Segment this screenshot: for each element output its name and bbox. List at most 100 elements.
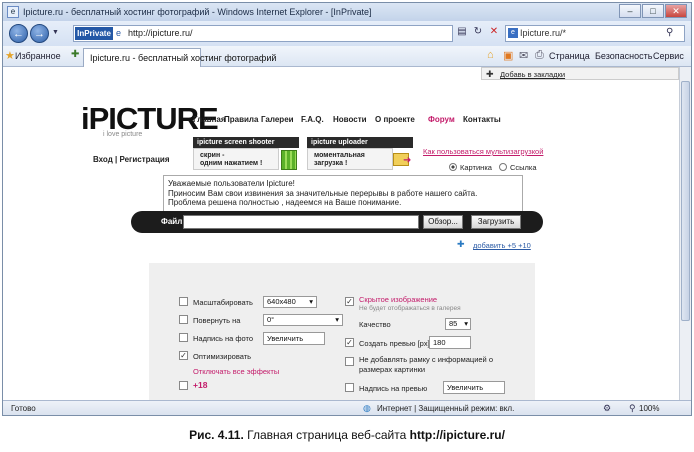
tab-title: Ipicture.ru - бесплатный хостинг фотогра…: [90, 53, 277, 63]
adult-checkbox[interactable]: [179, 381, 188, 390]
notice-text: Уважаемые пользователи Ipicture! Приноси…: [168, 179, 478, 207]
menu-about[interactable]: О проекте: [375, 115, 415, 124]
upload-button[interactable]: Загрузить: [471, 215, 521, 229]
hidden-image-label: Скрытое изображение: [359, 295, 438, 304]
security-zone[interactable]: Интернет | Защищенный режим: вкл.: [377, 404, 514, 413]
hidden-image-hint: Не будет отображаться в галерея: [359, 305, 461, 312]
bookmark-strip[interactable]: ✚ Добавь в закладки: [481, 67, 679, 80]
optimize-checkbox[interactable]: ✓: [179, 351, 188, 360]
optimize-label: Оптимизировать: [193, 352, 252, 361]
radio-link-label: Ссылка: [510, 163, 537, 172]
promo-line: моментальная: [314, 152, 365, 159]
address-bar[interactable]: InPrivate e http://ipicture.ru/: [73, 25, 453, 42]
page-icon: e: [116, 28, 122, 38]
disable-effects-link[interactable]: Отключать все эффекты: [193, 367, 279, 376]
promo-screen-shooter[interactable]: ipicture screen shooter скрин - одним на…: [193, 137, 299, 173]
window-title: Ipicture.ru - бесплатный хостинг фотогра…: [23, 7, 372, 17]
promo-uploader[interactable]: ipicture uploader моментальная загрузка …: [307, 137, 413, 173]
preview-caption-input[interactable]: Увеличить: [443, 381, 505, 394]
page-content: ✚ Добавь в закладки iPICTURE i love pict…: [3, 67, 679, 400]
compat-view-icon[interactable]: ▤: [455, 26, 469, 37]
back-arrow-icon[interactable]: ←: [9, 24, 28, 43]
add-more-fields-link[interactable]: добавить +5 +10: [473, 241, 531, 250]
history-dropdown-icon[interactable]: ▼: [52, 29, 59, 36]
menu-home[interactable]: Главная: [193, 115, 226, 124]
browser-window: e Ipicture.ru - бесплатный хостинг фотог…: [2, 2, 692, 416]
close-button[interactable]: ✕: [665, 4, 687, 18]
favorites-button[interactable]: Избранное: [15, 51, 61, 61]
add-favorite-icon[interactable]: ✚: [71, 49, 79, 60]
refresh-icon[interactable]: ↻: [471, 26, 485, 37]
photo-caption-input[interactable]: Увеличить: [263, 332, 325, 345]
hidden-image-checkbox[interactable]: ✓: [345, 297, 354, 306]
favorites-bar: ★ Избранное ✚ Ipicture.ru - бесплатный х…: [3, 46, 691, 67]
caption-url: http://ipicture.ru/: [409, 428, 505, 442]
rotate-select[interactable]: 0° ▾: [263, 314, 343, 326]
scale-select[interactable]: 640x480 ▾: [263, 296, 317, 308]
menu-faq[interactable]: F.A.Q.: [301, 115, 324, 124]
zoom-level[interactable]: 100%: [639, 404, 659, 413]
quality-select[interactable]: 85 ▾: [445, 318, 471, 330]
promo-text: скрин - одним нажатием !: [193, 148, 279, 170]
page-menu[interactable]: Страница: [549, 51, 590, 61]
multi-upload-link[interactable]: Как пользоваться мультизагрузкой: [423, 147, 543, 156]
vertical-scrollbar[interactable]: [679, 67, 691, 400]
search-box[interactable]: e Ipicture.ru/* ⚲: [505, 25, 685, 42]
file-path-input[interactable]: [183, 215, 419, 229]
scale-checkbox[interactable]: [179, 297, 188, 306]
maximize-button[interactable]: □: [642, 4, 664, 18]
search-provider-icon: e: [508, 28, 518, 38]
radio-picture[interactable]: [449, 163, 457, 171]
preview-caption-checkbox[interactable]: [345, 383, 354, 392]
status-bar: Готово ◍ Интернет | Защищенный режим: вк…: [3, 400, 691, 415]
menu-contacts[interactable]: Контакты: [463, 115, 501, 124]
magnifier-icon[interactable]: ⚲: [666, 27, 673, 38]
browse-button[interactable]: Обзор...: [423, 215, 463, 229]
add-bookmark-link[interactable]: Добавь в закладки: [500, 70, 565, 79]
tab-ipicture[interactable]: Ipicture.ru - бесплатный хостинг фотогра…: [83, 48, 276, 67]
scale-value: 640x480: [267, 297, 296, 306]
security-menu[interactable]: Безопасность: [595, 51, 652, 61]
service-menu[interactable]: Сервис: [653, 51, 684, 61]
login-register-link[interactable]: Вход | Регистрация: [93, 155, 170, 164]
url-text[interactable]: http://ipicture.ru/: [128, 28, 193, 38]
menu-news[interactable]: Новости: [333, 115, 367, 124]
promo-text: моментальная загрузка !: [307, 148, 393, 170]
stop-icon[interactable]: ✕: [487, 26, 501, 37]
site-tagline: i love picture: [103, 131, 143, 138]
rotate-checkbox[interactable]: [179, 315, 188, 324]
caption-text: Главная страница веб-сайта: [243, 428, 410, 442]
no-frame-label-line1: Не добавлять рамку с информацией о: [359, 355, 493, 364]
add-field-icon: ✚: [457, 239, 465, 249]
quality-value: 85: [449, 319, 458, 328]
photo-caption-checkbox[interactable]: [179, 333, 188, 342]
preview-caption-label: Надпись на превью: [359, 384, 428, 393]
no-frame-checkbox[interactable]: [345, 357, 354, 366]
search-text[interactable]: Ipicture.ru/*: [520, 28, 566, 38]
forward-arrow-icon[interactable]: →: [30, 24, 49, 43]
menu-galleries[interactable]: Галереи: [261, 115, 294, 124]
radio-link[interactable]: [499, 163, 507, 171]
promo-title: ipicture uploader: [307, 137, 413, 148]
promo-line: скрин -: [200, 152, 225, 159]
screenshot-icon: [281, 150, 297, 170]
promo-line: одним нажатием !: [200, 160, 263, 167]
preview-size-input[interactable]: 180: [429, 336, 471, 349]
preview-checkbox[interactable]: ✓: [345, 338, 354, 347]
home-icon[interactable]: ⌂: [487, 49, 494, 61]
feeds-icon[interactable]: ▣: [503, 49, 513, 62]
chevron-down-icon: ▾: [464, 319, 468, 328]
navigation-bar: ← → ▼ InPrivate e http://ipicture.ru/ ▤ …: [3, 21, 691, 46]
scale-label: Масштабировать: [193, 298, 253, 307]
adult-label: +18: [193, 380, 208, 390]
menu-forum[interactable]: Форум: [428, 115, 455, 124]
protected-mode-icon[interactable]: ⚙: [603, 403, 611, 414]
title-bar: e Ipicture.ru - бесплатный хостинг фотог…: [3, 3, 691, 21]
menu-rules[interactable]: Правила: [224, 115, 258, 124]
minimize-button[interactable]: –: [619, 4, 641, 18]
mail-icon[interactable]: ✉: [519, 49, 528, 62]
promo-line: загрузка !: [314, 160, 348, 167]
print-icon[interactable]: ⎙: [535, 49, 544, 62]
arrow-icon: ➜: [403, 155, 412, 166]
scrollbar-thumb[interactable]: [681, 81, 690, 321]
